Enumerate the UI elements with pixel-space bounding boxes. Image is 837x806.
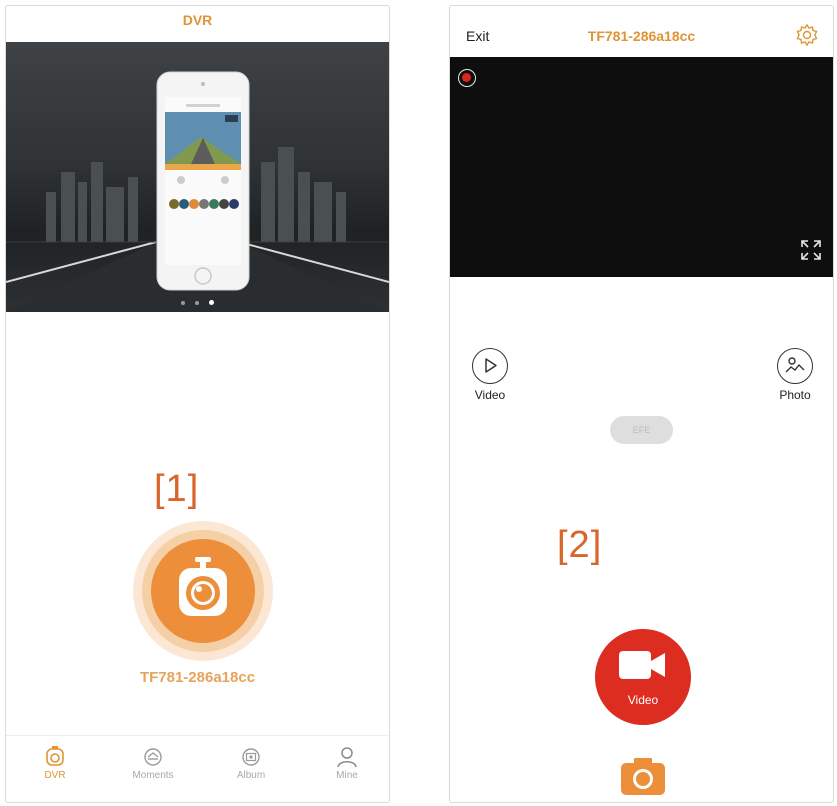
gear-icon [796,23,818,47]
tab-label: Mine [336,770,358,781]
pagination-dot[interactable] [195,301,199,305]
tab-label: DVR [44,770,66,781]
bottom-tab-bar: DVR Moments Album Mine [6,735,389,802]
tab-mine[interactable]: Mine [312,746,382,781]
expand-icon [801,240,821,260]
settings-button[interactable] [795,23,819,52]
reference-label: [2] [557,524,603,566]
album-icon [242,748,260,766]
play-icon [485,358,497,373]
pagination-dot[interactable] [181,301,185,305]
fullscreen-button[interactable] [799,238,823,267]
banner-pagination [6,300,389,305]
image-icon [785,357,805,373]
device-name: TF781-286a18cc [139,669,256,686]
photo-gallery-button[interactable]: Photo [765,348,825,402]
page-title: DVR [182,12,213,28]
banner-illustration [6,71,389,312]
tab-moments[interactable]: Moments [118,746,188,781]
tab-dvr[interactable]: DVR [20,746,90,781]
moments-icon [144,748,162,766]
tab-album[interactable]: Album [216,746,286,781]
tab-label: Album [236,770,266,781]
video-label: Video [474,388,506,402]
take-photo-button[interactable] [620,758,666,801]
pagination-dot-active[interactable] [209,300,214,305]
connect-dvr-button[interactable] [151,539,255,643]
live-view-screen: Exit TF781-286a18cc Video Photo EFE [2] … [449,5,834,803]
dashcam-icon [179,557,227,616]
record-video-button[interactable]: Video [595,629,691,725]
recording-indicator-icon [458,69,476,87]
video-playback-button[interactable]: Video [460,348,520,402]
page-title: TF781-286a18cc [587,28,696,44]
live-preview[interactable] [450,57,833,277]
dvr-home-screen: DVR [1] TF781-286a18cc DVR Moments Album… [5,5,390,803]
play-circle-icon [472,348,508,384]
promo-banner[interactable] [6,42,389,312]
record-label: Video [627,693,659,707]
photo-circle-icon [777,348,813,384]
reference-label: [1] [154,468,200,510]
tab-label: Moments [132,770,174,781]
video-camera-icon [619,651,665,679]
photo-label: Photo [779,388,811,402]
toggle-pill[interactable]: EFE [610,416,673,444]
person-icon [337,747,357,768]
camera-icon [621,758,665,795]
dvr-icon [46,746,64,766]
